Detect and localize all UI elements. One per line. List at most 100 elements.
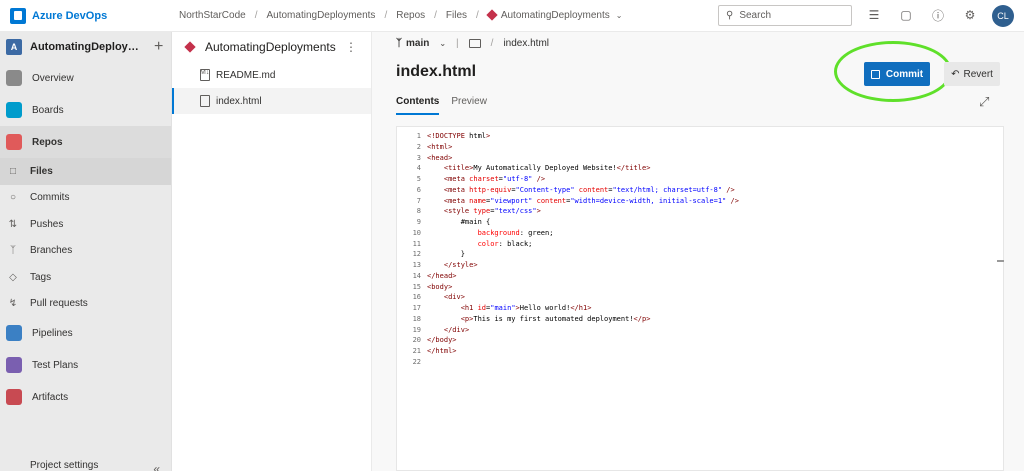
code-line[interactable]: 9 #main { xyxy=(397,217,1003,228)
code-line[interactable]: 22 xyxy=(397,357,1003,368)
add-icon[interactable]: + xyxy=(154,38,163,56)
line-number: 10 xyxy=(412,228,421,237)
line-number: 5 xyxy=(416,175,421,183)
markdown-icon xyxy=(200,69,210,81)
tab-contents[interactable]: Contents xyxy=(396,96,440,115)
breadcrumb-repos[interactable]: Repos xyxy=(389,10,432,21)
shopping-bag-icon[interactable]: ▢ xyxy=(898,7,914,23)
code-text: </div> xyxy=(443,325,470,334)
chevron-down-icon: ⌄ xyxy=(615,11,623,20)
project-settings[interactable]: Project settings « xyxy=(0,460,172,471)
branch-icon: ᛉ xyxy=(396,38,402,49)
nav-commits[interactable]: ○ Commits xyxy=(0,185,171,212)
code-line[interactable]: 2 <html> xyxy=(397,142,1003,153)
pull-request-icon: ↯ xyxy=(8,298,18,310)
code-line[interactable]: 21 </html> xyxy=(397,346,1003,357)
nav-pull-requests-label: Pull requests xyxy=(30,298,88,310)
commit-button[interactable]: Commit xyxy=(864,62,930,86)
user-settings-icon[interactable]: ⚙ xyxy=(962,7,978,23)
branch-selector[interactable]: ᛉ main ⌄ xyxy=(396,38,446,49)
task-list-icon[interactable]: ☰ xyxy=(866,7,882,23)
breadcrumb-organization[interactable]: NorthStarCode xyxy=(172,10,253,21)
code-text: <h1 id="main">Hello world!</h1> xyxy=(460,304,592,312)
more-options-icon[interactable]: ⋮ xyxy=(345,40,357,54)
repo-header[interactable]: AutomatingDeployments xyxy=(172,32,371,62)
code-line[interactable]: 11 color: black; xyxy=(397,239,1003,250)
file-item-readme[interactable]: README.md xyxy=(172,62,371,88)
nav-pushes[interactable]: ⇅ Pushes xyxy=(0,211,171,238)
code-line[interactable]: 18 <p>This is my first automated deploym… xyxy=(397,314,1003,325)
project-header[interactable]: A AutomatingDeployme... + xyxy=(0,32,171,62)
search-placeholder: Search xyxy=(739,10,772,21)
breadcrumb-repo-label: AutomatingDeployments xyxy=(500,10,610,21)
code-line[interactable]: 19 </div> xyxy=(397,325,1003,336)
code-line[interactable]: 6 <meta http-equiv="Content-type" conten… xyxy=(397,185,1003,196)
nav-overview-label: Overview xyxy=(32,72,74,84)
code-line[interactable]: 10 background: green; xyxy=(397,228,1003,239)
folder-icon[interactable] xyxy=(468,39,481,48)
test-plans-icon xyxy=(6,357,22,373)
azure-devops-logo[interactable]: Azure DevOps xyxy=(0,7,172,24)
breadcrumb-project[interactable]: AutomatingDeployments xyxy=(259,10,382,21)
code-line[interactable]: 7 <meta name="viewport" content="width=d… xyxy=(397,196,1003,207)
project-name: AutomatingDeployme... xyxy=(30,41,142,53)
line-number: 16 xyxy=(412,293,421,302)
save-icon xyxy=(870,69,880,79)
breadcrumb-repo-selector[interactable]: AutomatingDeployments ⌄ xyxy=(481,9,630,22)
code-text: #main { xyxy=(427,218,491,226)
nav-boards[interactable]: Boards xyxy=(0,94,171,126)
nav-pull-requests[interactable]: ↯ Pull requests xyxy=(0,291,171,318)
nav-files[interactable]: □ Files xyxy=(0,158,171,185)
tab-bar: Contents Preview xyxy=(396,96,487,115)
code-line[interactable]: 1 <!DOCTYPE html> xyxy=(397,131,1003,142)
line-number: 12 xyxy=(412,250,421,259)
path-separator: / xyxy=(490,38,494,49)
code-editor[interactable]: 1 <!DOCTYPE html> 2 <html> 3 <head> 4 <title>M… xyxy=(396,126,1004,471)
line-number: 22 xyxy=(412,357,421,366)
avatar[interactable]: CL xyxy=(992,5,1014,27)
code-text: background: green; xyxy=(477,228,554,237)
expand-icon[interactable]: ⤢ xyxy=(979,94,989,110)
nav-tags[interactable]: ◇ Tags xyxy=(0,264,171,291)
nav-branches[interactable]: ᛉ Branches xyxy=(0,238,171,265)
code-line[interactable]: 4 <title>My Automatically Deployed Websi… xyxy=(397,163,1003,174)
collapse-nav-icon[interactable]: « xyxy=(153,460,160,471)
nav-boards-label: Boards xyxy=(32,104,64,116)
code-text: <div> xyxy=(443,293,465,302)
left-nav: A AutomatingDeployme... + Overview Board… xyxy=(0,32,172,471)
code-line[interactable]: 5 <meta charset="utf-8" /> xyxy=(397,174,1003,185)
repo-icon xyxy=(486,9,498,22)
code-line[interactable]: 16 <div> xyxy=(397,292,1003,303)
revert-button[interactable]: ↶ Revert xyxy=(944,62,1000,86)
search-icon: ⚲ xyxy=(726,10,734,21)
code-text: <!DOCTYPE html> xyxy=(427,132,491,140)
code-text: <html> xyxy=(427,142,453,151)
code-line[interactable]: 3 <head> xyxy=(397,153,1003,164)
project-badge: A xyxy=(6,39,22,55)
line-number: 6 xyxy=(416,185,421,194)
code-line[interactable]: 8 <style type="text/css"> xyxy=(397,206,1003,217)
code-line[interactable]: 17 <h1 id="main">Hello world!</h1> xyxy=(397,303,1003,314)
file-path[interactable]: index.html xyxy=(503,38,549,49)
breadcrumb: NorthStarCode / AutomatingDeployments / … xyxy=(172,9,630,22)
code-line[interactable]: 15 <body> xyxy=(397,282,1003,293)
code-text: </body> xyxy=(427,336,457,345)
nav-artifacts[interactable]: Artifacts xyxy=(0,381,171,413)
help-icon[interactable]: ⓘ xyxy=(930,7,946,23)
nav-pipelines[interactable]: Pipelines xyxy=(0,317,171,349)
nav-overview[interactable]: Overview xyxy=(0,62,171,94)
code-text: <head> xyxy=(427,153,453,162)
code-line[interactable]: 14 </head> xyxy=(397,271,1003,282)
tab-preview[interactable]: Preview xyxy=(451,96,487,115)
code-line[interactable]: 12 } xyxy=(397,249,1003,260)
code-line[interactable]: 20 </body> xyxy=(397,335,1003,346)
file-item-label: README.md xyxy=(216,69,276,81)
app-name: Azure DevOps xyxy=(32,9,108,22)
nav-test-plans[interactable]: Test Plans xyxy=(0,349,171,381)
search-box[interactable]: ⚲ Search xyxy=(718,5,852,26)
code-line[interactable]: 13 </style> xyxy=(397,260,1003,271)
breadcrumb-files[interactable]: Files xyxy=(439,10,474,21)
overview-icon xyxy=(6,70,22,86)
file-item-index[interactable]: index.html xyxy=(172,88,371,114)
nav-repos[interactable]: Repos xyxy=(0,126,171,158)
